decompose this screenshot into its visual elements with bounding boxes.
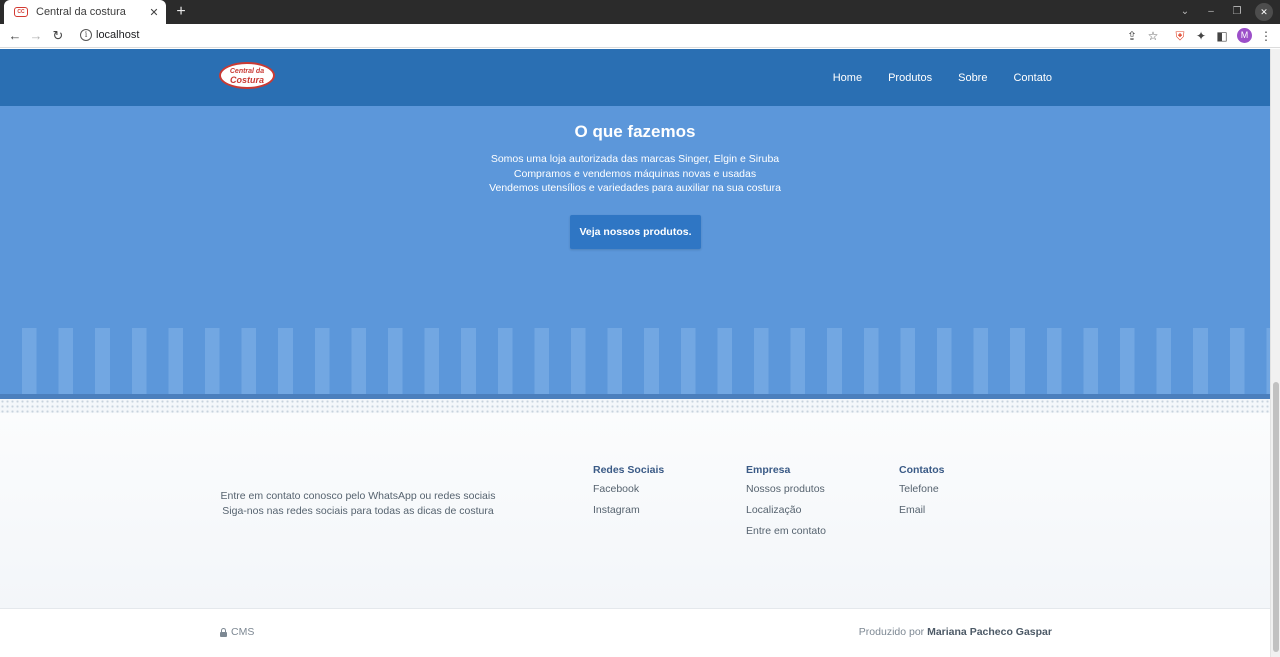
page-scrollbar[interactable]: [1270, 49, 1280, 657]
nav-link-sobre[interactable]: Sobre: [958, 72, 987, 84]
bookmark-star-icon[interactable]: ☆: [1144, 27, 1162, 45]
tab-title: Central da costura: [36, 6, 126, 18]
footer-bottom-bar: CMS Produzido por Mariana Pacheco Gaspar: [0, 608, 1270, 657]
hero-line: Vendemos utensílios e variedades para au…: [489, 182, 781, 194]
address-bar[interactable]: localhost: [96, 29, 139, 41]
nav-link-contato[interactable]: Contato: [1013, 72, 1052, 84]
tab-search-chevron-icon[interactable]: ⌄: [1176, 3, 1194, 21]
footer-column-empresa: Empresa Nossos produtos Localização Entr…: [746, 464, 826, 545]
forward-icon[interactable]: →: [27, 27, 45, 45]
share-icon[interactable]: ⇪: [1123, 27, 1141, 45]
hero-section: O que fazemos Somos uma loja autorizada …: [0, 106, 1270, 328]
restore-icon[interactable]: ❐: [1228, 3, 1246, 21]
footer-link-contato[interactable]: Entre em contato: [746, 524, 826, 545]
nav-link-produtos[interactable]: Produtos: [888, 72, 932, 84]
browser-tab[interactable]: CC Central da costura ✕: [4, 0, 166, 24]
back-icon[interactable]: ←: [6, 27, 24, 45]
extension-shield-icon[interactable]: ⛨: [1171, 27, 1189, 45]
browser-menu-icon[interactable]: ⋮: [1257, 27, 1275, 45]
footer-column-title: Empresa: [746, 464, 791, 476]
site-logo[interactable]: Central da Costura: [219, 62, 275, 89]
side-panel-icon[interactable]: ◧: [1213, 27, 1231, 45]
hero-line: Compramos e vendemos máquinas novas e us…: [513, 167, 757, 180]
products-button[interactable]: Veja nossos produtos.: [570, 215, 701, 249]
footer-text-line: Entre em contato conosco pelo WhatsApp o…: [220, 490, 496, 502]
minimize-icon[interactable]: –: [1202, 3, 1220, 21]
footer-link-instagram[interactable]: Instagram: [593, 503, 664, 524]
footer-text-line: Siga-nos nas redes sociais para todas as…: [222, 505, 494, 517]
site-footer: Entre em contato conosco pelo WhatsApp o…: [0, 413, 1270, 608]
hero-title: O que fazemos: [574, 122, 696, 141]
striped-divider: [0, 328, 1270, 396]
extensions-puzzle-icon[interactable]: ✦: [1192, 27, 1210, 45]
window-close-icon[interactable]: ✕: [1255, 3, 1273, 21]
main-nav: Home Produtos Sobre Contato: [807, 49, 1052, 106]
lock-icon: [219, 627, 228, 637]
credits-prefix: Produzido por: [858, 626, 928, 638]
footer-link-localizacao[interactable]: Localização: [746, 503, 826, 524]
credits-author[interactable]: Mariana Pacheco Gaspar: [927, 626, 1052, 638]
browser-tabstrip: CC Central da costura ✕ + ⌄ – ❐ ✕: [0, 0, 1280, 24]
dotted-divider: [0, 399, 1270, 413]
hero-line: Somos uma loja autorizada das marcas Sin…: [490, 153, 780, 165]
logo-text-bottom: Costura: [229, 74, 264, 85]
footer-link-email[interactable]: Email: [899, 503, 945, 524]
footer-contact-text: Entre em contato conosco pelo WhatsApp o…: [219, 489, 497, 519]
page-viewport: Central da Costura Home Produtos Sobre C…: [0, 49, 1270, 657]
credits: Produzido por Mariana Pacheco Gaspar: [859, 626, 1052, 638]
browser-toolbar: ← → ↻ i localhost ⇪ ☆ ⛨ ✦ ◧ M ⋮: [0, 24, 1280, 48]
footer-column-title: Redes Sociais: [593, 464, 665, 476]
new-tab-icon[interactable]: +: [172, 2, 190, 22]
hero-description: Somos uma loja autorizada das marcas Sin…: [0, 152, 1270, 196]
footer-link-facebook[interactable]: Facebook: [593, 482, 664, 503]
footer-link-produtos[interactable]: Nossos produtos: [746, 482, 826, 503]
nav-link-home[interactable]: Home: [833, 72, 862, 84]
footer-column-redes-sociais: Redes Sociais Facebook Instagram: [593, 464, 664, 524]
cms-label: CMS: [231, 626, 255, 638]
scrollbar-thumb[interactable]: [1273, 382, 1279, 652]
cms-link[interactable]: CMS: [219, 626, 254, 638]
reload-icon[interactable]: ↻: [49, 27, 67, 45]
footer-column-title: Contatos: [899, 464, 945, 476]
site-info-icon[interactable]: i: [80, 29, 92, 41]
footer-link-telefone[interactable]: Telefone: [899, 482, 945, 503]
favicon-icon: CC: [14, 7, 28, 17]
site-header: Central da Costura Home Produtos Sobre C…: [0, 49, 1270, 106]
tab-close-icon[interactable]: ✕: [146, 6, 162, 19]
footer-column-contatos: Contatos Telefone Email: [899, 464, 945, 524]
profile-avatar[interactable]: M: [1237, 28, 1252, 43]
